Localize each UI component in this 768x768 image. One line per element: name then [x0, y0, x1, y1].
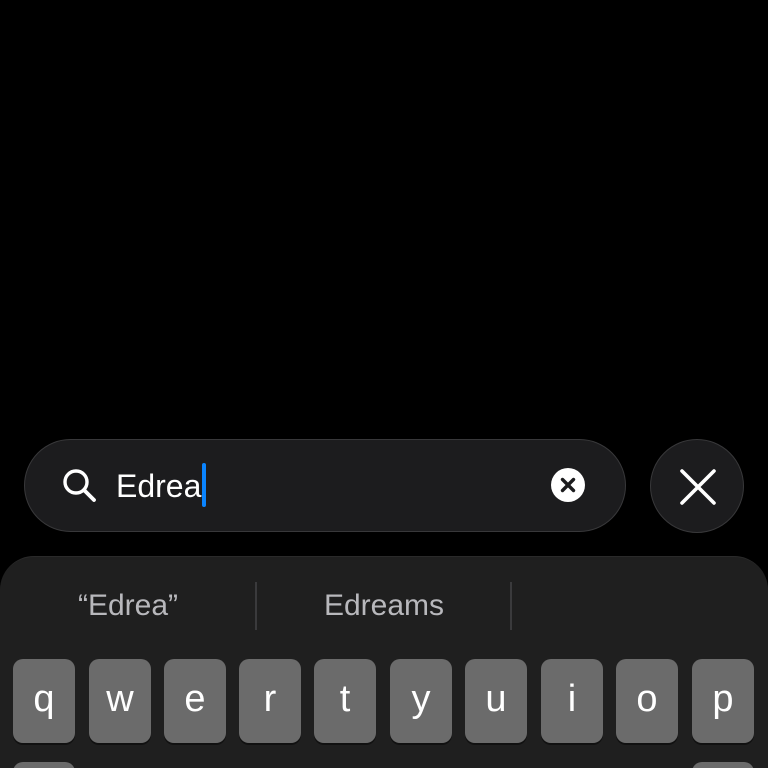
suggestion-literal[interactable]: “Edrea” [0, 582, 256, 630]
suggestion-edreams[interactable]: Edreams [258, 582, 510, 630]
key-p[interactable]: p [692, 659, 754, 743]
key-q[interactable]: q [13, 659, 75, 743]
key-row2-partial[interactable] [692, 762, 754, 768]
suggestion-empty[interactable] [512, 582, 768, 630]
search-bar[interactable] [24, 439, 626, 532]
screen: Edrea “Edrea” Edreams q w e r t y u i o … [0, 0, 768, 768]
clear-text-icon[interactable] [551, 468, 585, 502]
search-icon [63, 469, 96, 502]
key-e[interactable]: e [164, 659, 226, 743]
key-i[interactable]: i [541, 659, 603, 743]
suggestion-divider [255, 582, 257, 630]
key-o[interactable]: o [616, 659, 678, 743]
key-u[interactable]: u [465, 659, 527, 743]
search-input[interactable]: Edrea [116, 462, 201, 510]
text-caret [202, 463, 206, 507]
key-row2-partial[interactable] [13, 762, 75, 768]
key-t[interactable]: t [314, 659, 376, 743]
key-y[interactable]: y [390, 659, 452, 743]
key-r[interactable]: r [239, 659, 301, 743]
close-icon [680, 469, 716, 505]
close-search-button[interactable] [650, 439, 744, 533]
key-w[interactable]: w [89, 659, 151, 743]
